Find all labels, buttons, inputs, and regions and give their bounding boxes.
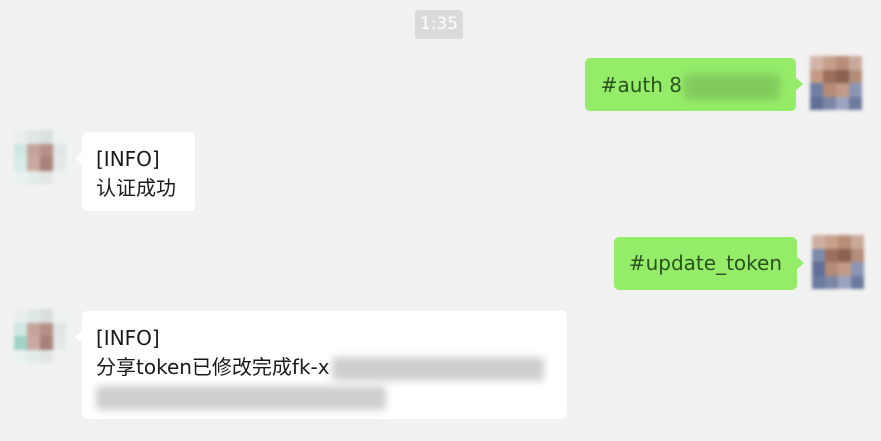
outgoing-message-bubble[interactable]: #update_token — [613, 237, 805, 290]
outgoing-message-bubble[interactable]: #auth 8 — [584, 58, 804, 111]
my-avatar[interactable] — [812, 235, 864, 289]
redacted-token — [684, 73, 780, 100]
incoming-message-bubble[interactable]: [INFO] 认证成功 — [75, 132, 195, 211]
message-line: 分享token已修改完成fk-x — [96, 355, 330, 379]
my-avatar[interactable] — [810, 56, 862, 110]
message-line: [INFO] — [96, 147, 160, 171]
timestamp-badge: 1:35 — [415, 10, 463, 39]
incoming-message-bubble[interactable]: [INFO] 分享token已修改完成fk-x — [75, 311, 567, 419]
message-text: #auth 8 — [600, 73, 682, 97]
bot-avatar[interactable] — [14, 130, 66, 184]
message-line: [INFO] — [96, 326, 160, 350]
redacted-token — [331, 356, 544, 381]
message-line: 认证成功 — [96, 176, 176, 200]
redacted-token — [96, 385, 386, 410]
message-text: #update_token — [628, 251, 782, 275]
bot-avatar[interactable] — [14, 309, 66, 363]
